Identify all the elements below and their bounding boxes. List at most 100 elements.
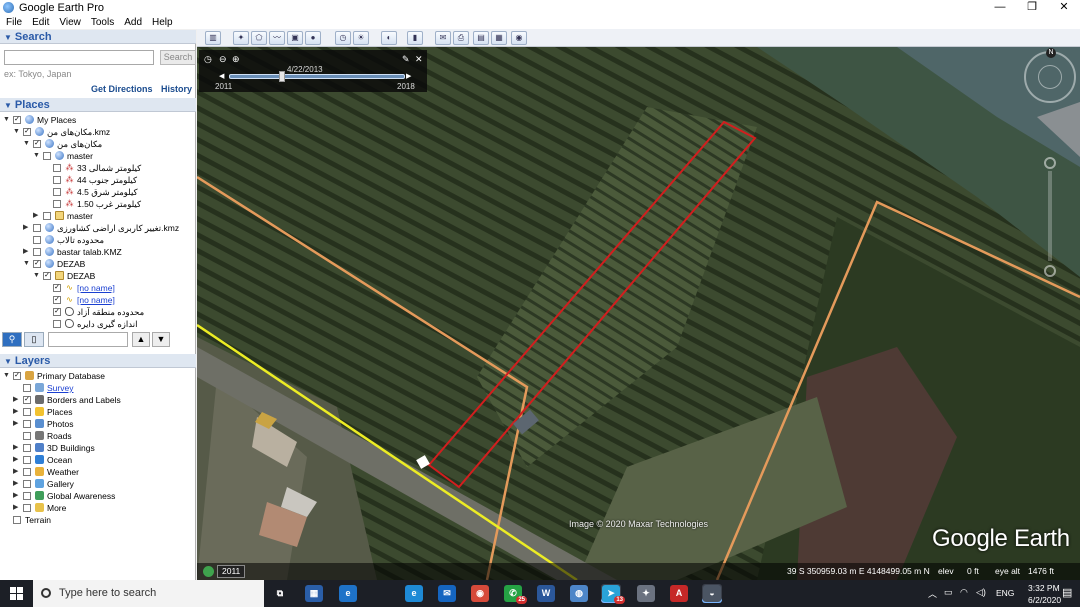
places-item[interactable]: ▼ ✓ مکان‌های من.kmz bbox=[0, 126, 196, 138]
checkbox[interactable] bbox=[23, 408, 31, 416]
collapse-arrow-icon[interactable]: ▼ bbox=[13, 128, 20, 135]
layers-item[interactable]: ▶ Gallery bbox=[0, 478, 196, 490]
layers-item[interactable]: ▶ Global Awareness bbox=[0, 490, 196, 502]
expand-arrow-icon[interactable]: ▶ bbox=[13, 420, 20, 427]
collapse-arrow-icon[interactable]: ▼ bbox=[3, 116, 10, 123]
checkbox[interactable] bbox=[53, 164, 61, 172]
google-earth-globe-taskbar-button[interactable]: ◍ bbox=[569, 584, 589, 603]
places-item[interactable]: محدوده تالاب bbox=[0, 234, 196, 246]
checkbox[interactable] bbox=[53, 176, 61, 184]
expand-arrow-icon[interactable]: ▶ bbox=[13, 408, 20, 415]
history-link[interactable]: History bbox=[161, 84, 192, 94]
step-back-icon[interactable]: ◀ bbox=[219, 72, 224, 80]
places-item[interactable]: ▼ ✓ DEZAB bbox=[0, 258, 196, 270]
north-indicator[interactable]: N bbox=[1046, 48, 1056, 58]
places-item[interactable]: ▼ ✓ مکان‌های من bbox=[0, 138, 196, 150]
places-item[interactable]: ✓ ∿ [no name] bbox=[0, 294, 196, 306]
placemark-button[interactable]: ✦ bbox=[233, 31, 249, 45]
layers-item[interactable]: ▶ ✓ Borders and Labels bbox=[0, 394, 196, 406]
collapse-arrow-icon[interactable]: ▼ bbox=[3, 372, 10, 379]
tray-time[interactable]: 3:32 PM bbox=[1028, 583, 1060, 593]
checkbox[interactable]: ✓ bbox=[23, 128, 31, 136]
expand-arrow-icon[interactable]: ▶ bbox=[33, 212, 40, 219]
ruler-button[interactable]: ▮ bbox=[407, 31, 423, 45]
expand-arrow-icon[interactable]: ▶ bbox=[13, 492, 20, 499]
collapse-arrow-icon[interactable]: ▼ bbox=[33, 152, 40, 159]
checkbox[interactable] bbox=[53, 188, 61, 196]
planets-button[interactable]: ◐ bbox=[381, 31, 397, 45]
path-button[interactable]: 〰 bbox=[269, 31, 285, 45]
checkbox[interactable]: ✓ bbox=[23, 396, 31, 404]
places-item[interactable]: اندازه گیری دایره bbox=[0, 318, 196, 330]
layers-panel-header[interactable]: ▼ Layers bbox=[0, 354, 196, 368]
close-icon[interactable]: ✕ bbox=[415, 54, 423, 65]
checkbox[interactable] bbox=[23, 492, 31, 500]
wifi-icon[interactable]: ◠ bbox=[960, 587, 968, 598]
email-button[interactable]: ✉ bbox=[435, 31, 451, 45]
chrome-taskbar-button[interactable]: ◉ bbox=[470, 584, 490, 603]
checkbox[interactable] bbox=[23, 384, 31, 392]
menu-view[interactable]: View bbox=[59, 17, 81, 28]
checkbox[interactable]: ✓ bbox=[13, 116, 21, 124]
move-down-button[interactable]: ▼ bbox=[152, 332, 170, 347]
satellite-imagery[interactable] bbox=[197, 47, 1080, 580]
get-directions-link[interactable]: Get Directions bbox=[91, 84, 153, 94]
print-button[interactable]: ⎙ bbox=[453, 31, 469, 45]
layers-item[interactable]: ▼ ✓ Primary Database bbox=[0, 370, 196, 382]
acrobat-taskbar-button[interactable]: A bbox=[669, 584, 689, 603]
restore-button[interactable]: ❐ bbox=[1016, 0, 1048, 15]
zoom-slider-bar[interactable] bbox=[1048, 171, 1052, 261]
historical-imagery-slider[interactable]: ◷ ⊖ ⊕ ✎ ✕ ◀ ▶ 4/22/2013 2011 2018 bbox=[199, 50, 427, 92]
layers-item[interactable]: ▶ Weather bbox=[0, 466, 196, 478]
checkbox[interactable] bbox=[33, 236, 41, 244]
mail-taskbar-button[interactable]: ✉ bbox=[437, 584, 457, 603]
polygon-button[interactable]: ⬠ bbox=[251, 31, 267, 45]
layers-item[interactable]: Terrain bbox=[0, 514, 196, 526]
slider-thumb[interactable] bbox=[278, 71, 285, 82]
checkbox[interactable]: ✓ bbox=[33, 140, 41, 148]
clock-icon[interactable]: ◷ bbox=[204, 54, 212, 65]
wrench-icon[interactable]: ✎ bbox=[402, 54, 410, 65]
expand-arrow-icon[interactable]: ▶ bbox=[13, 456, 20, 463]
minimize-button[interactable]: — bbox=[984, 0, 1016, 15]
close-button[interactable]: ✕ bbox=[1048, 0, 1080, 15]
zoom-in-knob[interactable] bbox=[1044, 157, 1056, 169]
store-taskbar-button[interactable]: ▦ bbox=[304, 584, 324, 603]
tray-date[interactable]: 6/2/2020 bbox=[1028, 595, 1061, 605]
places-item[interactable]: ▶ bastar talab.KMZ bbox=[0, 246, 196, 258]
layers-item[interactable]: ▶ 3D Buildings bbox=[0, 442, 196, 454]
menu-file[interactable]: File bbox=[6, 17, 22, 28]
edge-legacy-taskbar-button[interactable]: e bbox=[338, 584, 358, 603]
notifications-icon[interactable]: ▤ bbox=[1062, 586, 1072, 599]
layers-item[interactable]: ▶ Photos bbox=[0, 418, 196, 430]
image-overlay-button[interactable]: ▣ bbox=[287, 31, 303, 45]
checkbox[interactable] bbox=[53, 200, 61, 208]
zoom-out-icon[interactable]: ⊖ bbox=[219, 54, 227, 65]
checkbox[interactable] bbox=[13, 516, 21, 524]
layers-item[interactable]: Roads bbox=[0, 430, 196, 442]
checkbox[interactable]: ✓ bbox=[43, 272, 51, 280]
checkbox[interactable] bbox=[23, 432, 31, 440]
checkbox[interactable] bbox=[23, 456, 31, 464]
satellite-taskbar-button[interactable]: ✦ bbox=[636, 584, 656, 603]
places-item[interactable]: ▶ تغییر کاربری اراضی کشاورزی.kmz bbox=[0, 222, 196, 234]
menu-help[interactable]: Help bbox=[152, 17, 173, 28]
collapse-arrow-icon[interactable]: ▼ bbox=[23, 260, 30, 267]
places-item[interactable]: ✓ محدوده منطقه آزاد bbox=[0, 306, 196, 318]
checkbox[interactable] bbox=[23, 468, 31, 476]
layers-item[interactable]: ▶ Ocean bbox=[0, 454, 196, 466]
historical-imagery-button[interactable]: ◷ bbox=[335, 31, 351, 45]
google-earth-pro-taskbar-button[interactable]: ◒ bbox=[702, 584, 722, 603]
word-taskbar-button[interactable]: W bbox=[536, 584, 556, 603]
expand-arrow-icon[interactable]: ▶ bbox=[13, 396, 20, 403]
map-view[interactable]: ◷ ⊖ ⊕ ✎ ✕ ◀ ▶ 4/22/2013 2011 2018 N Imag… bbox=[197, 47, 1080, 580]
checkbox[interactable]: ✓ bbox=[33, 260, 41, 268]
save-image-button[interactable]: ▤ bbox=[473, 31, 489, 45]
edge-taskbar-button[interactable]: e bbox=[404, 584, 424, 603]
search-places-button[interactable]: ⚲ bbox=[2, 332, 22, 347]
places-item[interactable]: ✓ ∿ [no name] bbox=[0, 282, 196, 294]
sunlight-button[interactable]: ☀ bbox=[353, 31, 369, 45]
checkbox[interactable]: ✓ bbox=[13, 372, 21, 380]
split-view-button[interactable]: ▯ bbox=[24, 332, 44, 347]
layers-item[interactable]: Survey bbox=[0, 382, 196, 394]
